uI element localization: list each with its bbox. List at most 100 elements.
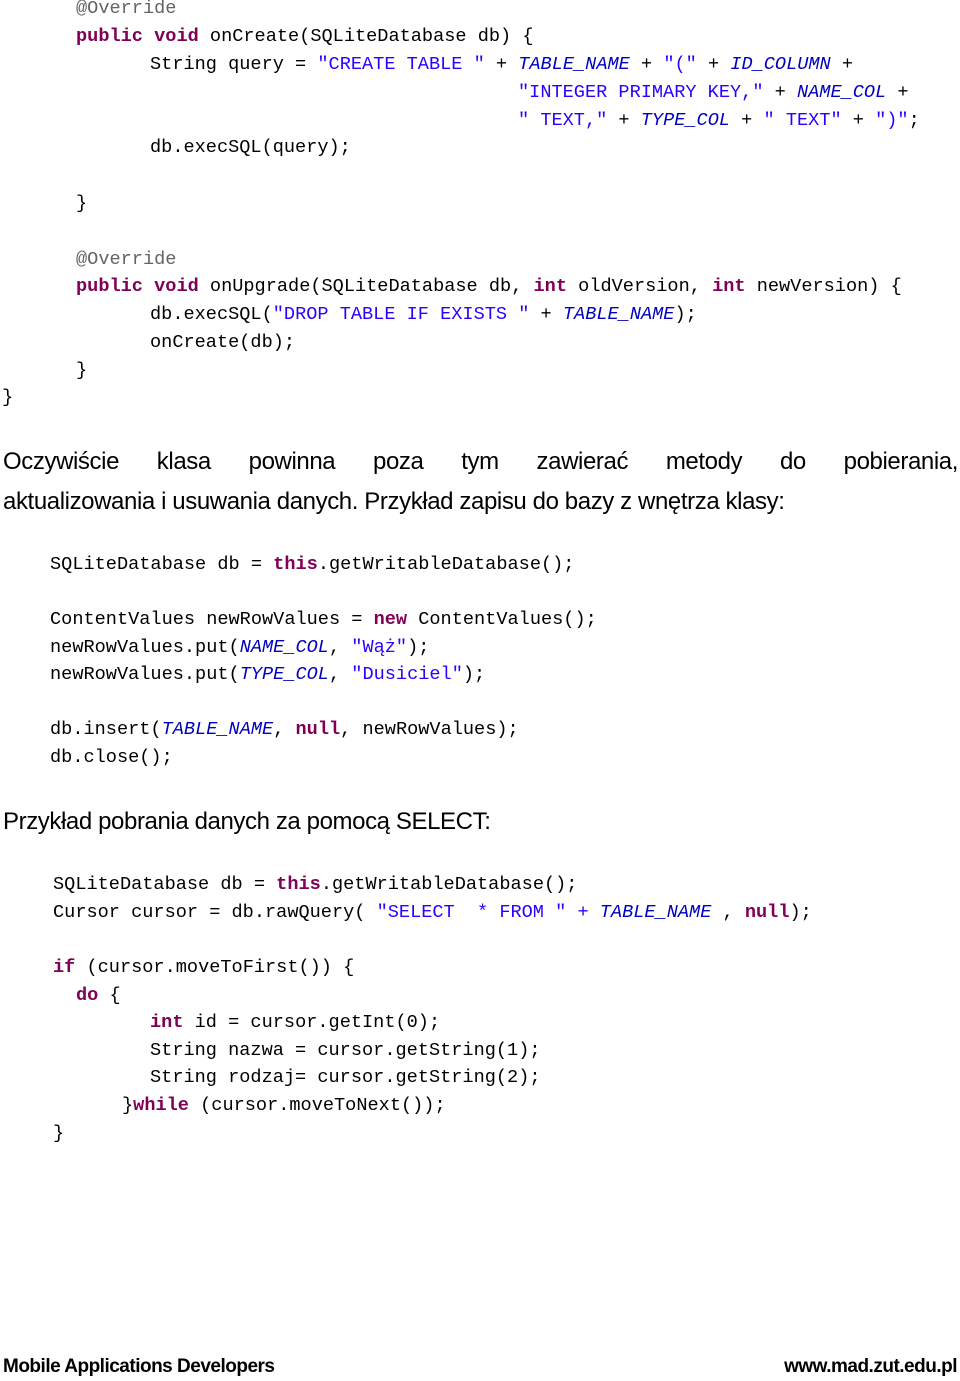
code-token: , newRowValues); — [340, 719, 519, 740]
keyword-token: do — [76, 985, 99, 1006]
code-line: onCreate(db); — [150, 332, 295, 354]
code-token: onUpgrade(SQLiteDatabase db, — [198, 276, 534, 297]
string-literal-token: "Wąż" — [351, 637, 408, 658]
code-line: if (cursor.moveToFirst()) { — [53, 957, 354, 979]
constant-token: ID_COLUMN — [730, 54, 831, 75]
code-line: db.execSQL("DROP TABLE IF EXISTS " + TAB… — [150, 304, 697, 326]
code-line: ContentValues newRowValues = new Content… — [50, 609, 597, 631]
code-token: db.insert( — [50, 719, 162, 740]
code-line: db.close(); — [50, 747, 173, 769]
code-token: newRowValues.put( — [50, 664, 240, 685]
code-token: + — [763, 82, 797, 103]
code-line: do { — [76, 985, 121, 1007]
code-token: { — [98, 985, 121, 1006]
code-token: + — [529, 304, 563, 325]
string-literal-token: "Dusiciel" — [351, 664, 463, 685]
code-line: String nazwa = cursor.getString(1); — [150, 1040, 541, 1062]
code-token: , — [328, 637, 352, 658]
code-token: + — [696, 54, 731, 75]
code-line: } — [76, 360, 87, 382]
code-token: onCreate(SQLiteDatabase db) { — [198, 26, 534, 47]
code-line: newRowValues.put(NAME_COL, "Wąż"); — [50, 637, 429, 659]
paragraph-line-2: aktualizowania i usuwania danych. Przykł… — [3, 488, 785, 515]
code-token: (cursor.moveToNext()); — [188, 1095, 446, 1116]
code-line: String rodzaj= cursor.getString(2); — [150, 1067, 541, 1089]
footer-website-link[interactable]: www.mad.zut.edu.pl — [784, 1356, 957, 1378]
code-token: ); — [674, 304, 697, 325]
footer-organization: Mobile Applications Developers — [3, 1356, 275, 1377]
code-line: } — [2, 387, 13, 409]
code-line: String query = "CREATE TABLE " + TABLE_N… — [150, 54, 853, 76]
code-token: + — [830, 54, 854, 75]
keyword-token: this — [273, 554, 318, 575]
code-line: }while (cursor.moveToNext()); — [122, 1095, 446, 1117]
code-token: SQLiteDatabase db = — [50, 554, 274, 575]
code-line: " TEXT," + TYPE_COL + " TEXT" + ")"; — [518, 110, 920, 132]
code-token: + — [629, 54, 664, 75]
code-line: int id = cursor.getInt(0); — [150, 1012, 440, 1034]
code-token: id = cursor.getInt(0); — [183, 1012, 441, 1033]
code-token: onCreate(db); — [150, 332, 296, 353]
constant-token: TYPE_COL — [640, 110, 731, 131]
section-heading-select: Przykład pobrania danych za pomocą SELEC… — [3, 808, 491, 835]
code-token: newVersion) { — [745, 276, 902, 297]
string-literal-token: "SELECT * FROM " + — [376, 902, 600, 923]
code-token: db.execSQL(query); — [150, 137, 351, 158]
code-token: ); — [789, 902, 812, 923]
constant-token: TABLE_NAME — [562, 304, 675, 325]
keyword-token: public — [76, 276, 143, 297]
keyword-token: null — [295, 719, 341, 740]
code-token: } — [76, 193, 88, 214]
code-token: , — [328, 664, 352, 685]
code-token: , — [273, 719, 296, 740]
keyword-token: int — [712, 276, 746, 297]
code-token: String rodzaj= cursor.getString(2); — [150, 1067, 541, 1088]
code-token: + — [841, 110, 876, 131]
code-line: public void onUpgrade(SQLiteDatabase db,… — [76, 276, 902, 298]
keyword-token: void — [154, 26, 199, 47]
keyword-token: null — [744, 902, 790, 923]
code-token: + — [484, 54, 519, 75]
string-literal-token: "CREATE TABLE " — [317, 54, 485, 75]
keyword-token: int — [150, 1012, 184, 1033]
code-line: } — [76, 193, 87, 215]
constant-token: TYPE_COL — [239, 664, 329, 685]
code-line: db.execSQL(query); — [150, 137, 351, 159]
paragraph-line-1: Oczywiście klasa powinna poza tym zawier… — [3, 448, 958, 475]
code-token: SQLiteDatabase db = — [53, 874, 277, 895]
keyword-token: if — [53, 957, 76, 978]
string-literal-token: "DROP TABLE IF EXISTS " — [272, 304, 530, 325]
annotation-token: @Override — [76, 0, 177, 19]
code-token: + — [730, 110, 764, 131]
code-line: @Override — [76, 0, 176, 20]
string-literal-token: " TEXT," — [518, 110, 608, 131]
string-literal-token: " TEXT" — [763, 110, 842, 131]
constant-token: TABLE_NAME — [599, 902, 712, 923]
string-literal-token: ")" — [875, 110, 909, 131]
keyword-token: public — [76, 26, 143, 47]
code-line: @Override — [76, 249, 176, 271]
code-token: db.execSQL( — [150, 304, 273, 325]
code-line: SQLiteDatabase db = this.getWritableData… — [53, 874, 577, 896]
code-token: .getWritableDatabase(); — [317, 554, 575, 575]
code-line: newRowValues.put(TYPE_COL, "Dusiciel"); — [50, 664, 485, 686]
code-token: } — [122, 1095, 134, 1116]
code-token: , — [711, 902, 745, 923]
code-line: "INTEGER PRIMARY KEY," + NAME_COL + — [518, 82, 909, 104]
keyword-token: while — [133, 1095, 189, 1116]
string-literal-token: "(" — [663, 54, 697, 75]
constant-token: NAME_COL — [239, 637, 329, 658]
code-token: } — [2, 387, 14, 408]
code-line: Cursor cursor = db.rawQuery( "SELECT * F… — [53, 902, 812, 924]
constant-token: NAME_COL — [796, 82, 887, 103]
keyword-token: void — [154, 276, 199, 297]
string-literal-token: "INTEGER PRIMARY KEY," — [518, 82, 764, 103]
code-token: + — [886, 82, 909, 103]
code-line: } — [53, 1123, 64, 1145]
code-token: ; — [908, 110, 920, 131]
code-token: .getWritableDatabase(); — [320, 874, 578, 895]
code-token: ContentValues newRowValues = — [50, 609, 374, 630]
code-token: } — [53, 1123, 65, 1144]
